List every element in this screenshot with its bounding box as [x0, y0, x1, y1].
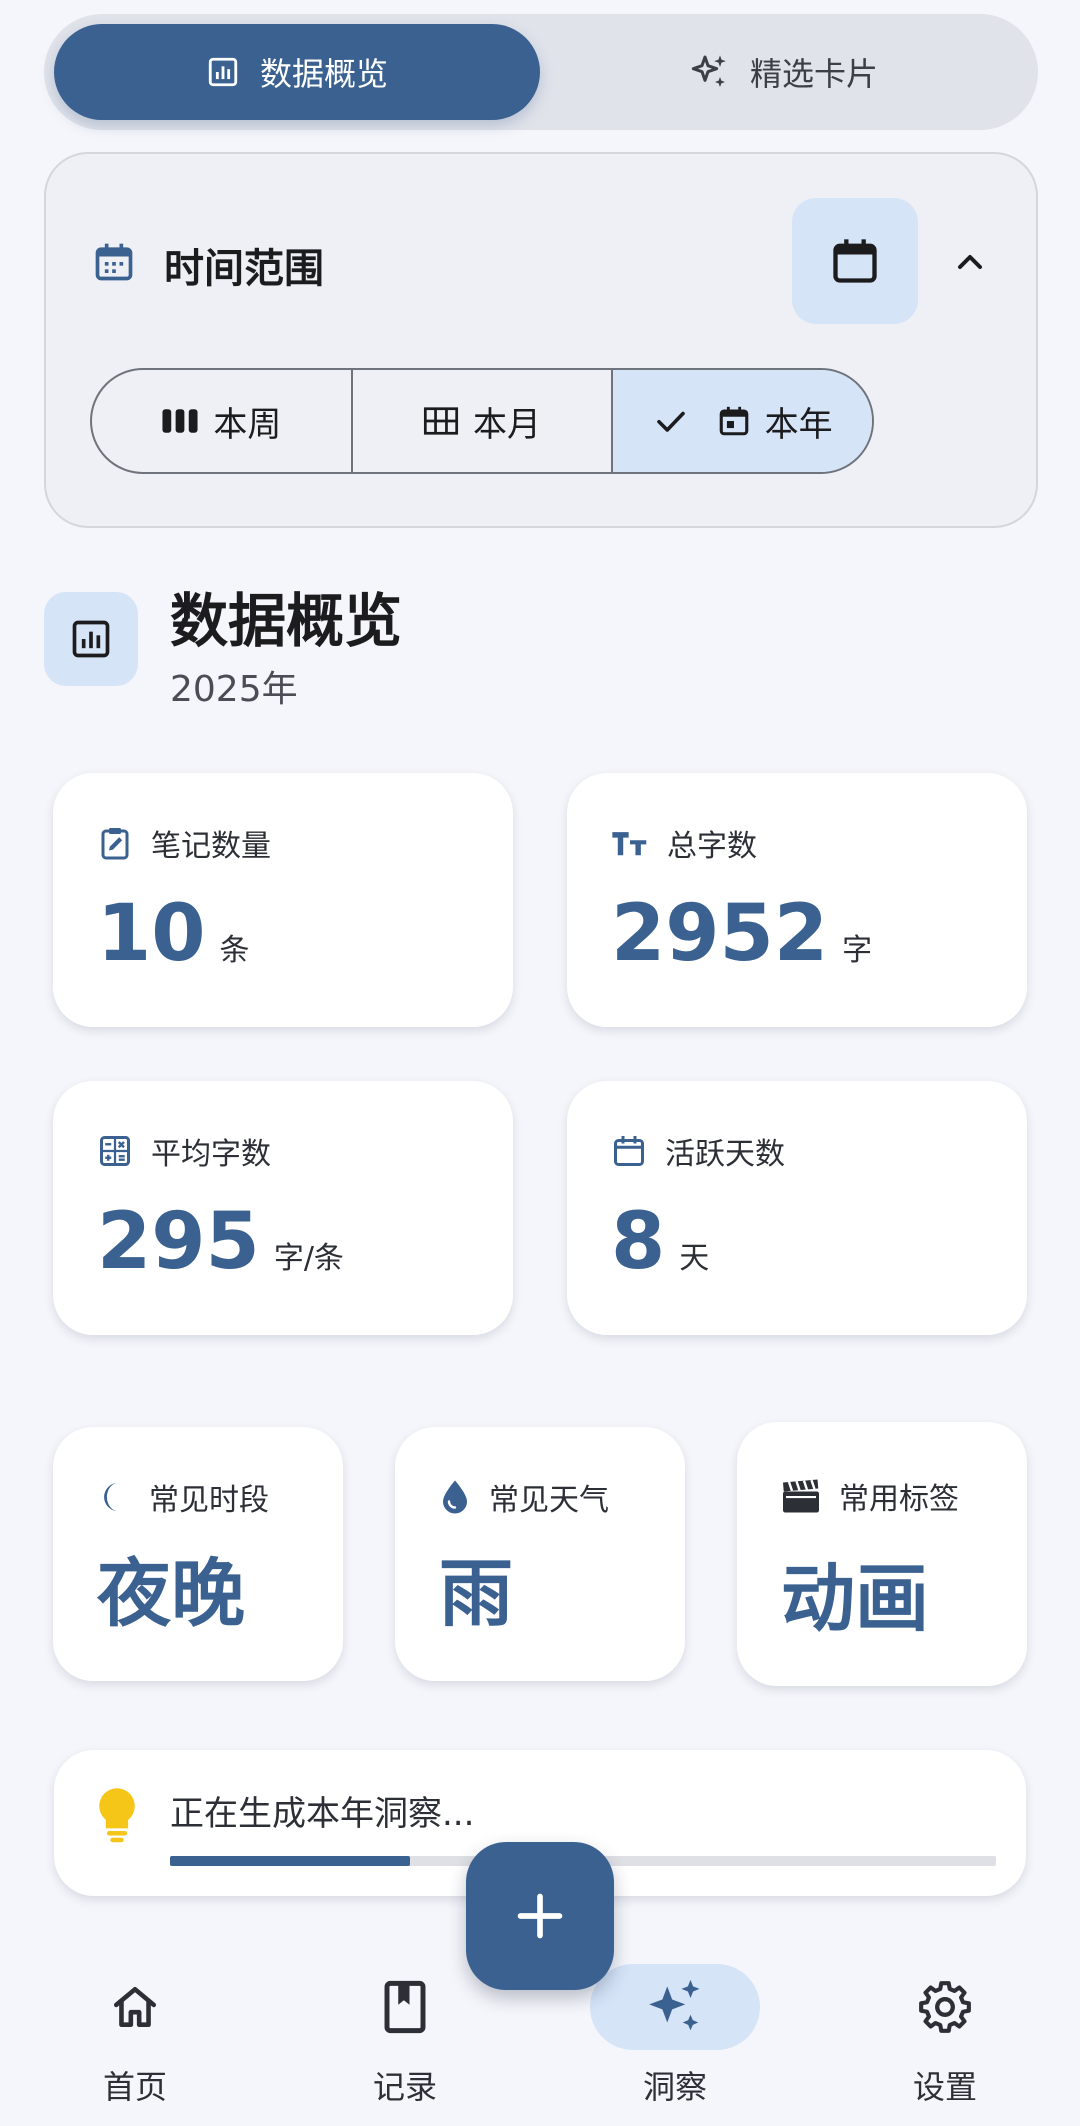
range-option-month[interactable]: 本月	[350, 370, 612, 472]
insight-progress-fill	[170, 1856, 410, 1866]
range-option-year[interactable]: 本年	[611, 370, 872, 472]
stat-label: 活跃天数	[665, 1137, 785, 1172]
tab-data-overview[interactable]: 数据概览	[54, 24, 540, 120]
sparkle-icon	[644, 1976, 706, 2038]
range-option-week[interactable]: 本周	[92, 370, 351, 472]
stat-unit: 条	[219, 933, 250, 968]
check-icon	[653, 403, 689, 439]
home-icon	[110, 1982, 160, 2032]
stat-value: 2952	[611, 889, 829, 979]
habit-label: 常用标签	[839, 1482, 959, 1517]
habit-card-weather: 常见天气 雨	[395, 1427, 685, 1681]
calendar-month-icon	[92, 240, 136, 284]
stat-unit: 字	[842, 933, 873, 968]
nav-item-home[interactable]: 首页	[35, 1964, 235, 2108]
stat-card-average: 平均字数 295 字/条	[53, 1081, 513, 1335]
stat-label: 总字数	[667, 829, 757, 864]
nav-label: 洞察	[642, 2068, 707, 2106]
nav-label: 首页	[102, 2068, 167, 2106]
stat-value: 10	[97, 889, 206, 979]
stat-unit: 字/条	[273, 1241, 344, 1276]
nav-item-insight[interactable]: 洞察	[575, 1964, 775, 2108]
sparkle-icon	[690, 52, 730, 92]
range-option-year-label: 本年	[764, 404, 833, 445]
tab-featured-cards-label: 精选卡片	[749, 55, 878, 93]
range-option-month-label: 本月	[473, 404, 541, 445]
habit-card-tag: 常用标签 动画	[737, 1422, 1027, 1686]
nav-label: 设置	[912, 2068, 977, 2106]
stat-label: 笔记数量	[151, 829, 271, 864]
month-grid-icon	[423, 406, 459, 436]
habit-value: 动画	[781, 1556, 929, 1642]
chevron-up-icon[interactable]	[950, 242, 990, 282]
range-selector: 本周 本月 本年	[90, 368, 874, 474]
view-tabs: 数据概览 精选卡片	[44, 14, 1038, 130]
range-option-week-label: 本周	[213, 404, 282, 445]
stat-unit: 天	[679, 1241, 710, 1276]
time-range-card: 时间范围 本周 本月 本年	[44, 152, 1038, 528]
stat-value: 8	[611, 1197, 666, 1287]
custom-date-button[interactable]	[792, 198, 918, 324]
lightbulb-icon	[94, 1786, 140, 1844]
insight-status-text: 正在生成本年洞察...	[170, 1794, 475, 1834]
week-bars-icon	[161, 406, 199, 436]
add-button[interactable]	[466, 1842, 614, 1990]
habit-value: 夜晚	[97, 1551, 245, 1637]
calculator-icon	[97, 1133, 133, 1169]
habit-card-time: 常见时段 夜晚	[53, 1427, 343, 1681]
time-range-title: 时间范围	[164, 246, 324, 292]
nav-item-records[interactable]: 记录	[305, 1964, 505, 2108]
gear-icon	[919, 1981, 971, 2033]
text-size-icon	[611, 826, 649, 860]
section-title: 数据概览	[170, 587, 403, 655]
moon-icon	[97, 1479, 131, 1515]
stat-value: 295	[97, 1197, 260, 1287]
stat-card-words: 总字数 2952 字	[567, 773, 1027, 1027]
calendar-today-icon	[717, 404, 751, 438]
habit-label: 常见时段	[149, 1483, 269, 1518]
tab-featured-cards[interactable]: 精选卡片	[540, 24, 1028, 120]
edit-note-icon	[97, 825, 133, 861]
clapperboard-icon	[781, 1478, 821, 1514]
bar-chart-icon	[206, 55, 240, 89]
stat-label: 平均字数	[151, 1137, 271, 1172]
habit-value: 雨	[439, 1551, 513, 1637]
nav-label: 记录	[372, 2068, 437, 2106]
calendar-icon	[611, 1133, 647, 1169]
plus-icon	[514, 1890, 566, 1942]
stat-card-notes: 笔记数量 10 条	[53, 773, 513, 1027]
habit-label: 常见天气	[489, 1483, 609, 1518]
tab-data-overview-label: 数据概览	[259, 55, 388, 93]
book-icon	[382, 1980, 428, 2034]
water-drop-icon	[439, 1479, 471, 1515]
nav-item-settings[interactable]: 设置	[845, 1964, 1045, 2108]
section-subtitle: 2025年	[170, 669, 298, 710]
bar-chart-icon	[69, 617, 113, 661]
calendar-icon	[829, 235, 881, 287]
section-icon-box	[44, 592, 138, 686]
stat-card-active-days: 活跃天数 8 天	[567, 1081, 1027, 1335]
